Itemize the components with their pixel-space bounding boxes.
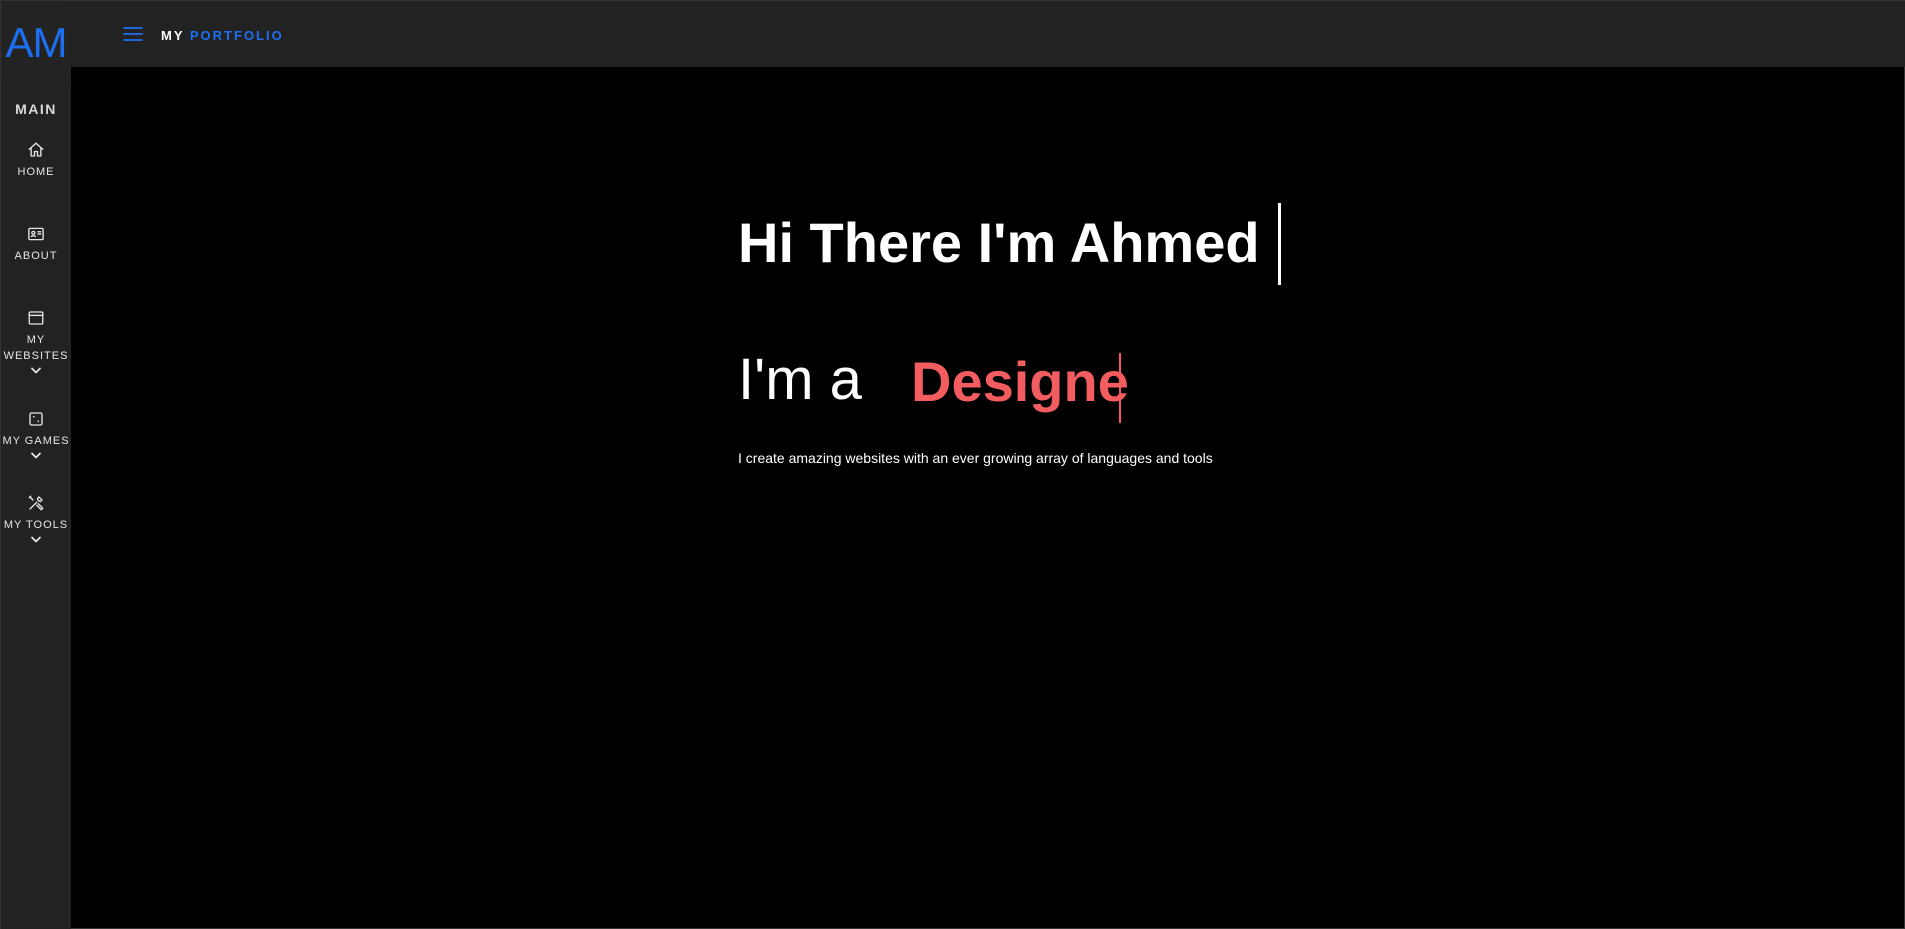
- typing-cursor: [1278, 203, 1281, 285]
- tools-icon: [28, 495, 44, 511]
- sidebar-item-my-websites[interactable]: MY WEBSITES: [1, 309, 71, 375]
- id-card-icon: [28, 227, 44, 241]
- top-header: MY PORTFOLIO: [71, 1, 1905, 67]
- sidebar-item-about[interactable]: ABOUT: [1, 225, 71, 264]
- hero-description: I create amazing websites with an ever g…: [738, 450, 1213, 466]
- brand-prefix: MY: [161, 28, 185, 43]
- hero-title: Hi There I'm Ahmed: [738, 211, 1260, 274]
- hero-title-row: Hi There I'm Ahmed: [738, 201, 1498, 285]
- hero-subtitle-prefix: I'm a: [738, 347, 862, 412]
- dice-icon: [29, 412, 43, 426]
- hero-subtitle-role: Designe: [911, 350, 1129, 413]
- home-icon: [28, 142, 44, 157]
- logo[interactable]: AM: [1, 1, 71, 82]
- chevron-down-icon[interactable]: [30, 451, 42, 460]
- sidebar-item-my-games[interactable]: MY GAMES: [1, 410, 71, 460]
- sidebar-section-title: MAIN: [15, 101, 57, 117]
- sidebar-item-label: ABOUT: [14, 250, 58, 262]
- sidebar-item-label: MY WEBSITES: [3, 334, 69, 362]
- hero-section: Hi There I'm Ahmed I'm a Designe I creat…: [738, 201, 1498, 481]
- role-typing-cursor: [1119, 353, 1121, 423]
- sidebar-item-my-tools[interactable]: MY TOOLS: [1, 494, 71, 544]
- sidebar: AM MAIN HOME ABOUT MY WEBSITES MY GAMES …: [1, 1, 71, 929]
- brand-title[interactable]: MY PORTFOLIO: [161, 28, 284, 43]
- hamburger-menu-icon[interactable]: [123, 25, 143, 43]
- sidebar-item-label: MY GAMES: [2, 435, 70, 447]
- sidebar-item-home[interactable]: HOME: [1, 141, 71, 180]
- chevron-down-icon[interactable]: [30, 366, 42, 375]
- browser-window-icon: [28, 311, 44, 325]
- portfolio-app: AM MAIN HOME ABOUT MY WEBSITES MY GAMES …: [0, 0, 1905, 929]
- sidebar-item-label: HOME: [17, 166, 55, 178]
- chevron-down-icon[interactable]: [30, 535, 42, 544]
- hero-subtitle-row: I'm a Designe: [738, 345, 1498, 423]
- logo-text: AM: [5, 18, 68, 66]
- brand-accent: PORTFOLIO: [189, 28, 284, 43]
- sidebar-item-label: MY TOOLS: [3, 519, 69, 531]
